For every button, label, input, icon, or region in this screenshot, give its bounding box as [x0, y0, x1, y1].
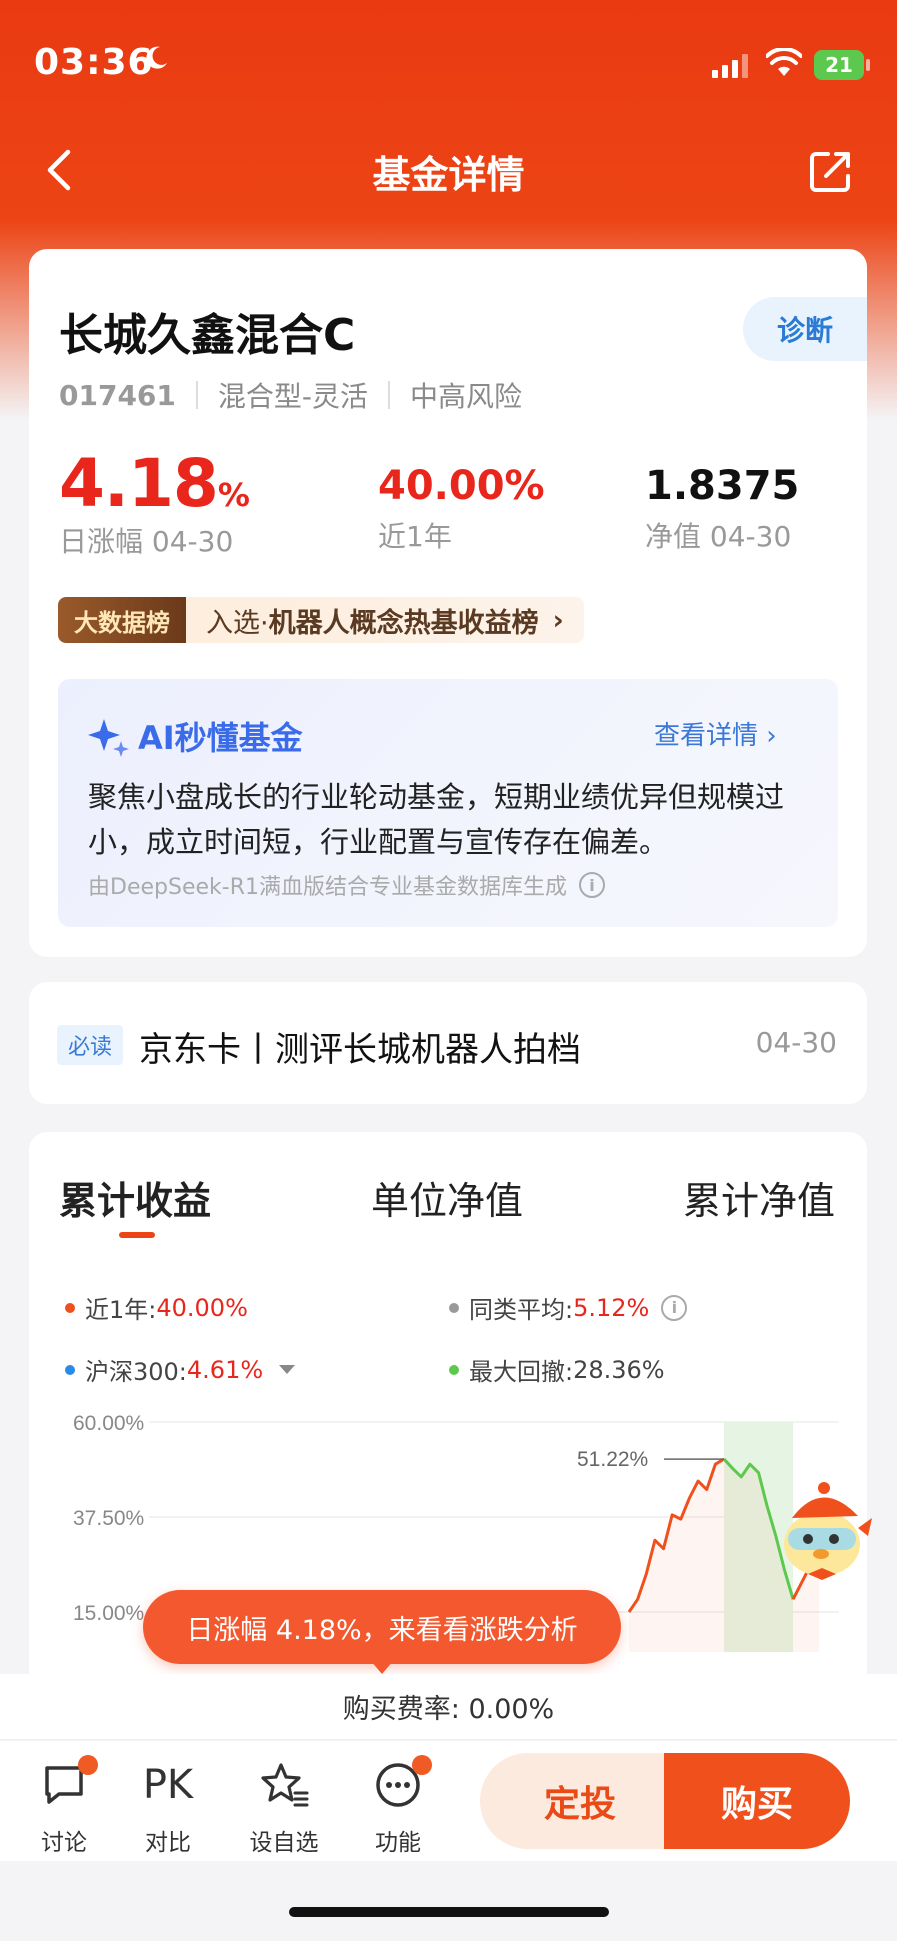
- legend-peer-average: 同类平均: 5.12% i: [449, 1290, 688, 1325]
- year-return-value: 40.00%: [378, 463, 545, 509]
- status-bar: 03:36 21: [0, 0, 897, 120]
- ai-source: 由DeepSeek-R1满血版结合专业基金数据库生成 i: [88, 869, 605, 901]
- tab-cumulative-nav[interactable]: 累计净值: [683, 1170, 835, 1225]
- legend-fund: 近1年: 40.00%: [65, 1290, 248, 1325]
- daily-change-value: 4.18: [59, 445, 219, 522]
- fund-summary-card: 长城久鑫混合C 诊断 017461 混合型-灵活 中高风险 4.18% 日涨幅 …: [29, 249, 867, 957]
- function-label: 功能: [375, 1830, 421, 1856]
- ranking-badge-text: 大数据榜: [74, 608, 170, 637]
- fund-type: 混合型-灵活: [217, 380, 369, 413]
- fund-meta: 017461 混合型-灵活 中高风险: [59, 375, 522, 415]
- ranking-prefix: 入选·: [206, 607, 269, 639]
- purchase-fee-bar: 购买费率: 0.00%: [0, 1674, 897, 1740]
- ranking-text: 入选· 机器人概念热基收益榜 ›: [186, 597, 584, 643]
- bottom-action-bar: 讨论 PK 对比 设自选 功能 定投 购买: [0, 1741, 897, 1861]
- caret-down-icon: [279, 1365, 296, 1374]
- battery-level: 21: [825, 53, 853, 77]
- battery-icon: 21: [814, 50, 864, 80]
- ranking-banner[interactable]: 大数据榜 入选· 机器人概念热基收益榜 ›: [58, 597, 584, 643]
- wifi-icon: [766, 48, 802, 76]
- legend-index-value: 4.61%: [186, 1355, 264, 1384]
- legend-dot: [65, 1302, 75, 1313]
- tab-cumulative-return[interactable]: 累计收益: [59, 1170, 211, 1225]
- add-watchlist-button[interactable]: 设自选: [244, 1757, 324, 1857]
- share-icon[interactable]: [808, 150, 854, 194]
- y-tick-label: 37.50%: [73, 1507, 144, 1530]
- legend-fund-label: 近1年:: [85, 1296, 157, 1324]
- function-button[interactable]: 功能: [358, 1755, 438, 1857]
- ai-title: AI秒懂基金: [88, 713, 303, 759]
- ai-source-text: 由DeepSeek-R1满血版结合专业基金数据库生成: [88, 875, 567, 900]
- ai-title-text: AI秒懂基金: [138, 719, 303, 757]
- legend-index-label: 沪深300:: [85, 1358, 187, 1386]
- status-time: 03:36: [34, 42, 154, 83]
- bubble-tail: [370, 1660, 394, 1674]
- compare-button[interactable]: PK 对比: [128, 1757, 208, 1857]
- fund-code: 017461: [59, 378, 176, 412]
- daily-change-unit: %: [217, 476, 250, 514]
- battery-tip: [866, 59, 870, 71]
- star-list-icon: [261, 1763, 309, 1807]
- legend-drawdown-label: 最大回撤:: [469, 1358, 574, 1386]
- ranking-name: 机器人概念热基收益榜: [268, 607, 539, 639]
- pk-icon: PK: [142, 1762, 194, 1808]
- legend-dot: [449, 1364, 459, 1375]
- diagnose-button[interactable]: 诊断: [743, 297, 867, 361]
- notification-dot: [412, 1755, 432, 1775]
- must-read-tag: 必读: [57, 1025, 123, 1065]
- chevron-right-icon: ›: [552, 604, 564, 636]
- buy-button[interactable]: 购买: [664, 1753, 850, 1849]
- legend-dot: [449, 1302, 459, 1313]
- fund-risk: 中高风险: [410, 380, 523, 413]
- discuss-label: 讨论: [41, 1830, 87, 1856]
- sparkle-icon: [88, 719, 129, 757]
- legend-max-drawdown: 最大回撤: 28.36%: [449, 1352, 665, 1387]
- info-icon[interactable]: i: [661, 1294, 688, 1321]
- auto-invest-button[interactable]: 定投: [480, 1753, 680, 1849]
- legend-peer-value: 5.12%: [573, 1293, 650, 1322]
- active-tab-indicator: [119, 1232, 155, 1238]
- ranking-badge: 大数据榜: [58, 597, 186, 643]
- nav-label: 净值 04-30: [645, 520, 792, 553]
- legend-peer-label: 同类平均:: [469, 1296, 574, 1324]
- year-return-label: 近1年: [378, 520, 452, 553]
- daily-change-analysis-bubble[interactable]: 日涨幅 4.18%，来看看涨跌分析: [143, 1590, 621, 1664]
- cellular-signal-icon: [712, 54, 748, 78]
- year-return-metric: 40.00% 近1年: [378, 445, 545, 555]
- tab-unit-nav[interactable]: 单位净值: [371, 1170, 523, 1225]
- mascot-icon[interactable]: [778, 1478, 874, 1586]
- watchlist-label: 设自选: [249, 1830, 319, 1856]
- ai-summary-box: AI秒懂基金 查看详情 › 聚焦小盘成长的行业轮动基金，短期业绩优异但规模过小，…: [58, 679, 838, 927]
- daily-change-metric: 4.18% 日涨幅 04-30: [59, 445, 250, 560]
- fund-name: 长城久鑫混合C: [59, 310, 356, 361]
- moon-icon: [146, 46, 167, 69]
- compare-label: 对比: [145, 1830, 191, 1856]
- news-card[interactable]: 必读 京东卡丨测评长城机器人拍档 04-30: [29, 982, 867, 1104]
- info-icon[interactable]: i: [578, 872, 605, 898]
- y-tick-label: 15.00%: [73, 1602, 144, 1625]
- daily-change-label: 日涨幅 04-30: [59, 525, 234, 558]
- ai-summary-text: 聚焦小盘成长的行业轮动基金，短期业绩优异但规模过小，成立时间短，行业配置与宣传存…: [88, 780, 785, 859]
- nav-value: 1.8375: [645, 463, 800, 509]
- page-title: 基金详情: [372, 153, 525, 197]
- home-indicator[interactable]: [289, 1907, 609, 1917]
- ai-view-details-link[interactable]: 查看详情 ›: [654, 715, 777, 752]
- news-title: 京东卡丨测评长城机器人拍档: [139, 1030, 581, 1070]
- legend-dot: [65, 1364, 75, 1375]
- notification-dot: [78, 1755, 98, 1775]
- legend-drawdown-value: 28.36%: [573, 1355, 665, 1384]
- divider: [195, 381, 198, 409]
- divider: [388, 381, 391, 409]
- legend-fund-value: 40.00%: [156, 1293, 248, 1322]
- y-tick-label: 60.00%: [73, 1412, 144, 1435]
- nav-metric: 1.8375 净值 04-30: [645, 445, 799, 555]
- legend-index[interactable]: 沪深300: 4.61%: [65, 1352, 296, 1387]
- home-indicator-area: [0, 1861, 897, 1941]
- news-date: 04-30: [755, 1026, 837, 1059]
- discuss-button[interactable]: 讨论: [24, 1755, 104, 1857]
- peak-label: 51.22%: [577, 1448, 648, 1471]
